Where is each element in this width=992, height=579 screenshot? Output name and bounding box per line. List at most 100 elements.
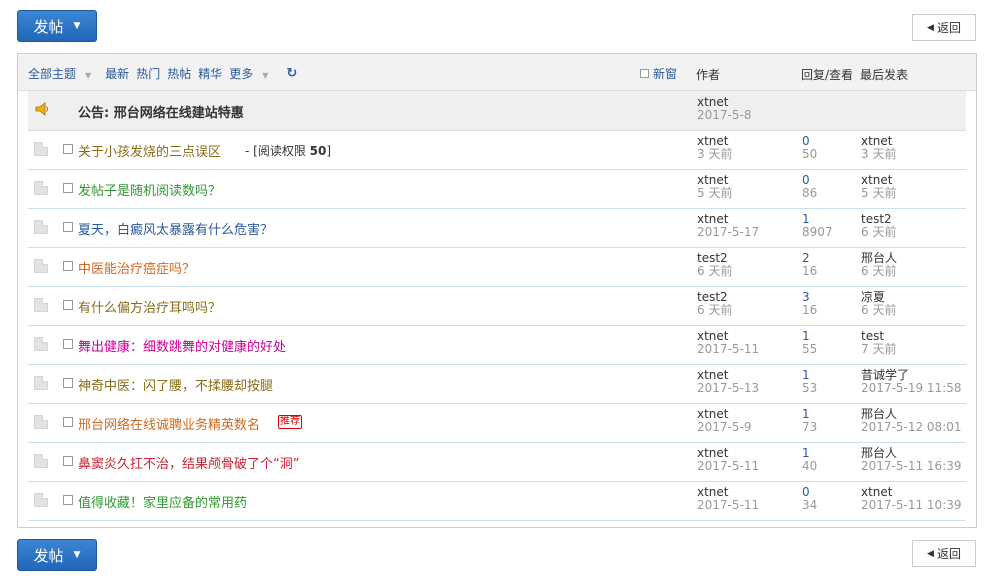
last-post-time[interactable]: 2017-5-12 08:01 (861, 421, 962, 434)
thread-stats: 3 16 (802, 291, 817, 317)
filter-bar: 全部主题 ▼ 最新 热门 热帖 精华 更多 ▼ ↻ (28, 65, 304, 82)
thread-last-post: 邢台人 6 天前 (861, 252, 897, 278)
announcement-icon (35, 102, 48, 116)
row-checkbox[interactable] (63, 144, 73, 154)
back-button-label: 返回 (936, 21, 961, 35)
back-arrow-icon: ◀ (927, 548, 934, 559)
post-button-bottom[interactable]: 发帖 ▼ (17, 539, 97, 571)
last-post-time[interactable]: 6 天前 (861, 265, 897, 278)
row-checkbox[interactable] (63, 339, 73, 349)
back-button[interactable]: ◀ 返回 (912, 14, 976, 41)
last-post-time[interactable]: 7 天前 (861, 343, 896, 356)
table-row: 有什么偏方治疗耳鸣吗？ test2 6 天前 3 16 凉夏 6 天前 (28, 286, 966, 326)
row-checkbox[interactable] (63, 300, 73, 310)
filter-latest[interactable]: 最新 (105, 65, 129, 82)
thread-author: xtnet 2017-5-9 (697, 408, 751, 434)
thread-stats: 1 8907 (802, 213, 833, 239)
thread-title[interactable]: 值得收藏！家里应备的常用药 (78, 492, 247, 511)
new-window-checkbox[interactable] (640, 69, 649, 78)
last-post-time[interactable]: 2017-5-11 10:39 (861, 499, 962, 512)
row-checkbox[interactable] (63, 495, 73, 505)
post-date: 2017-5-11 (697, 459, 760, 473)
new-window-toggle[interactable]: 新窗 (640, 65, 677, 82)
announcement-author: xtnet 2017-5-8 (697, 96, 751, 122)
thread-icon (34, 259, 48, 273)
thread-title[interactable]: 邢台网络在线诚聘业务精英数名 (78, 414, 260, 433)
back-button-bottom[interactable]: ◀ 返回 (912, 540, 976, 567)
thread-title[interactable]: 神奇中医：闪了腰，不揉腰却按腿 (78, 375, 273, 394)
announcement-title[interactable]: 公告: 邢台网络在线建站特惠 (78, 102, 244, 121)
post-date: 2017-5-11 (697, 498, 760, 512)
last-post-time[interactable]: 6 天前 (861, 226, 896, 239)
back-arrow-icon: ◀ (927, 22, 934, 33)
row-checkbox[interactable] (63, 261, 73, 271)
thread-title[interactable]: 舞出健康：细数跳舞的对健康的好处 (78, 336, 286, 355)
thread-last-post: test 7 天前 (861, 330, 896, 356)
filter-all-label: 全部主题 (28, 67, 77, 81)
thread-title[interactable]: 夏天，白癜风太暴露有什么危害？ (78, 219, 273, 238)
last-post-time[interactable]: 3 天前 (861, 148, 896, 161)
thread-icon (34, 454, 48, 468)
chevron-down-icon: ▼ (85, 71, 92, 80)
row-checkbox[interactable] (63, 378, 73, 388)
view-count: 34 (802, 498, 818, 512)
filter-more[interactable]: 更多 ▼ (229, 65, 275, 82)
thread-author: xtnet 2017-5-11 (697, 330, 759, 356)
view-count: 53 (802, 381, 818, 395)
thread-author: xtnet 2017-5-11 (697, 447, 759, 473)
thread-last-post: 邢台人 2017-5-11 16:39 (861, 447, 962, 473)
thread-icon (34, 376, 48, 390)
filter-more-label: 更多 (229, 67, 254, 81)
thread-stats: 0 34 (802, 486, 817, 512)
filter-hot-posts[interactable]: 热帖 (167, 65, 191, 82)
thread-author: xtnet 2017-5-11 (697, 486, 759, 512)
perm-suffix: ] (326, 144, 332, 158)
thread-stats: 0 50 (802, 135, 817, 161)
post-button[interactable]: 发帖 ▼ (17, 10, 97, 42)
table-row: 值得收藏！家里应备的常用药 xtnet 2017-5-11 0 34 xtnet 2017-… (28, 481, 966, 521)
thread-last-post: 邢台人 2017-5-12 08:01 (861, 408, 962, 434)
last-post-time[interactable]: 6 天前 (861, 304, 896, 317)
post-date: 5 天前 (697, 186, 733, 200)
thread-title[interactable]: 中医能治疗癌症吗？ (78, 258, 195, 277)
perm-prefix: - [阅读权限 (245, 144, 310, 158)
table-row: 神奇中医：闪了腰，不揉腰却按腿 xtnet 2017-5-13 1 53 昔诚学了 2017… (28, 364, 966, 404)
thread-icon (34, 181, 48, 195)
row-checkbox[interactable] (63, 456, 73, 466)
thread-stats: 2 16 (802, 252, 817, 278)
thread-list-header: 全部主题 ▼ 最新 热门 热帖 精华 更多 ▼ ↻ 新窗 作者 回复/查看 最后发表 (18, 54, 976, 91)
row-checkbox[interactable] (63, 183, 73, 193)
thread-last-post: 凉夏 6 天前 (861, 291, 896, 317)
last-post-time[interactable]: 2017-5-19 11:58 (861, 382, 962, 395)
table-row: 鼻窦炎久扛不治，结果颅骨破了个“洞” xtnet 2017-5-11 1 40 邢台人 20… (28, 442, 966, 482)
filter-hot[interactable]: 热门 (136, 65, 160, 82)
row-checkbox[interactable] (63, 417, 73, 427)
filter-all[interactable]: 全部主题 ▼ (28, 65, 98, 82)
col-author: 作者 (696, 68, 721, 82)
thread-author: xtnet 3 天前 (697, 135, 732, 161)
post-date: 2017-5-11 (697, 342, 760, 356)
post-date: 3 天前 (697, 147, 733, 161)
thread-title[interactable]: 鼻窦炎久扛不治，结果颅骨破了个“洞” (78, 453, 299, 472)
last-post-time[interactable]: 2017-5-11 16:39 (861, 460, 962, 473)
thread-icon (34, 220, 48, 234)
thread-icon (34, 493, 48, 507)
post-button-label: 发帖 (33, 546, 64, 565)
thread-title[interactable]: 有什么偏方治疗耳鸣吗？ (78, 297, 221, 316)
refresh-icon[interactable]: ↻ (286, 66, 297, 81)
new-window-label: 新窗 (653, 67, 678, 81)
thread-title[interactable]: 关于小孩发烧的三点误区 (78, 141, 221, 160)
view-count: 16 (802, 264, 818, 278)
thread-stats: 1 73 (802, 408, 817, 434)
last-post-time[interactable]: 5 天前 (861, 187, 896, 200)
table-row: 关于小孩发烧的三点误区 - [阅读权限 50] xtnet 3 天前 0 50 xtnet 3… (28, 130, 966, 170)
view-count: 40 (802, 459, 818, 473)
thread-last-post: test2 6 天前 (861, 213, 896, 239)
back-button-label: 返回 (936, 547, 961, 561)
view-count: 8907 (802, 225, 833, 239)
thread-title[interactable]: 发帖子是随机阅读数吗？ (78, 180, 221, 199)
chevron-down-icon: ▼ (73, 21, 81, 31)
row-checkbox[interactable] (63, 222, 73, 232)
filter-digest[interactable]: 精华 (198, 65, 222, 82)
table-row: 发帖子是随机阅读数吗？ xtnet 5 天前 0 86 xtnet 5 天前 (28, 169, 966, 209)
